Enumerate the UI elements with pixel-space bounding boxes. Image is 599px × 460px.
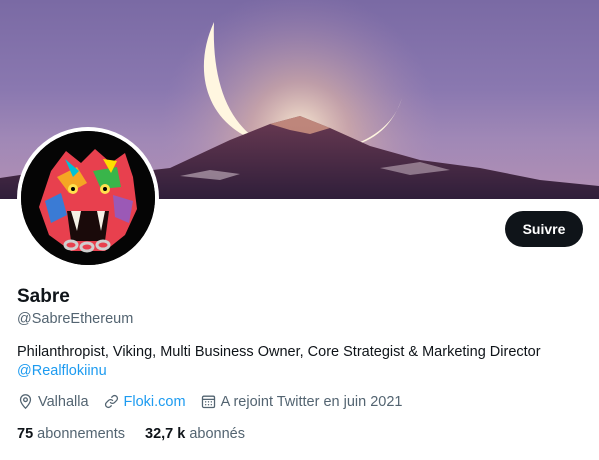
followers-label: abonnés — [189, 426, 245, 442]
followers-count: 32,7 k — [145, 426, 186, 442]
joined-text: A rejoint Twitter en juin 2021 — [220, 393, 403, 410]
website-link[interactable]: Floki.com — [124, 394, 186, 410]
following-label: abonnements — [37, 426, 126, 442]
calendar-icon — [201, 395, 215, 409]
user-handle: @SabreEthereum — [17, 311, 134, 327]
bio-mention-link[interactable]: @Realflokiinu — [17, 362, 587, 381]
location-text: Valhalla — [38, 393, 89, 410]
follow-stats: 75 abonnements 32,7 k abonnés — [17, 426, 265, 442]
followers-link[interactable]: 32,7 k abonnés — [145, 426, 245, 442]
avatar-image — [21, 131, 155, 265]
profile-meta: Valhalla Floki.com A rejoint Twitter en … — [17, 393, 416, 410]
following-count: 75 — [17, 426, 34, 442]
location-item: Valhalla — [17, 393, 89, 410]
avatar[interactable] — [17, 127, 159, 269]
display-name: Sabre — [17, 286, 70, 307]
bio-text: Philanthropist, Viking, Multi Business O… — [17, 344, 541, 360]
following-link[interactable]: 75 abonnements — [17, 426, 125, 442]
website-item: Floki.com — [103, 393, 186, 410]
follow-button[interactable]: Suivre — [505, 211, 583, 247]
location-pin-icon — [19, 394, 32, 410]
bio: Philanthropist, Viking, Multi Business O… — [17, 343, 587, 381]
link-icon — [104, 394, 118, 409]
joined-item: A rejoint Twitter en juin 2021 — [200, 393, 403, 410]
